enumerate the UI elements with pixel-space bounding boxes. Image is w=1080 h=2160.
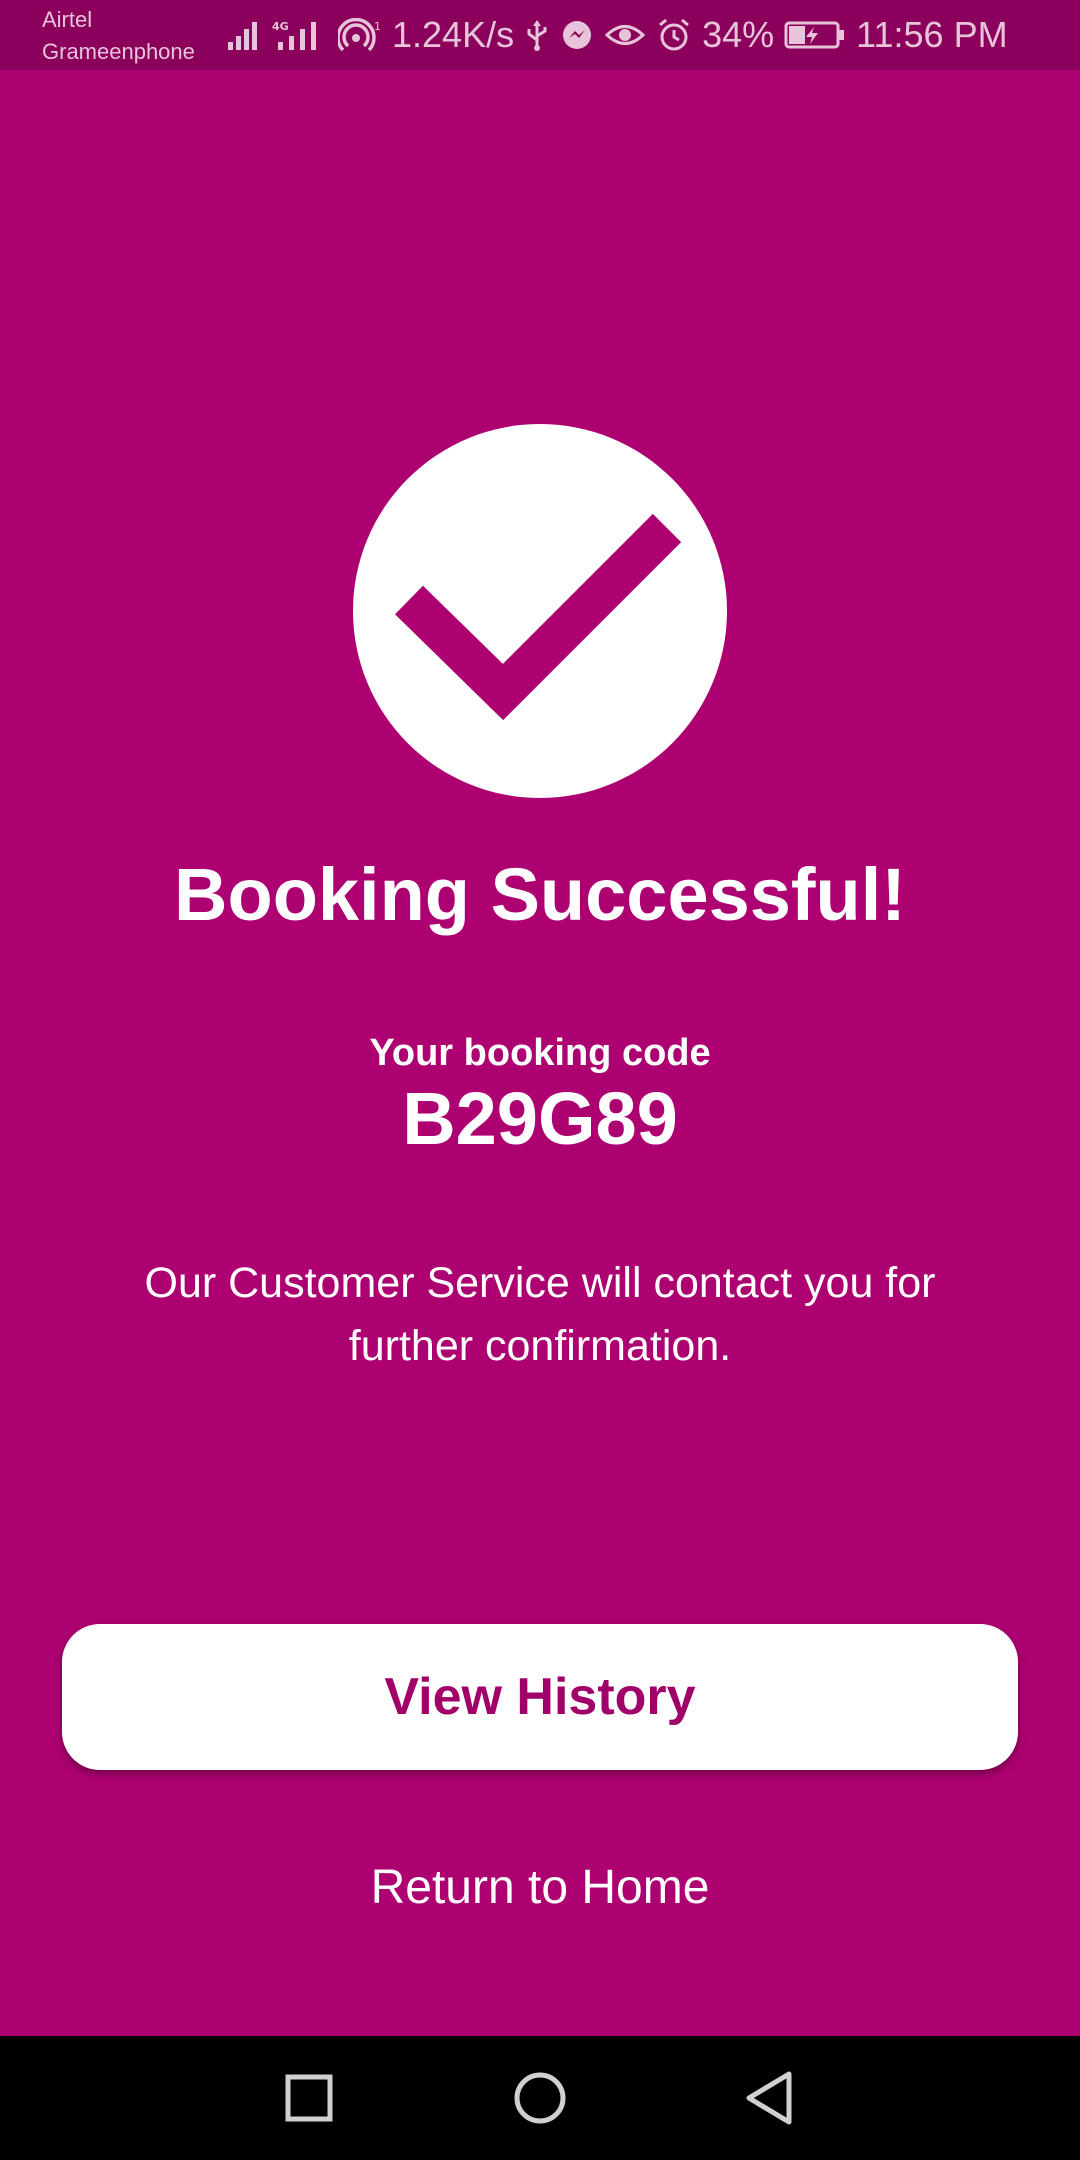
battery-percent: 34% [702,14,775,55]
status-bar: Airtel Grameenphone 4G 1 1.24K/s 34% 11:… [0,0,1080,70]
svg-text:4G: 4G [272,20,289,33]
page-title: Booking Successful! [174,853,906,936]
network-speed: 1.24K/s [392,14,515,55]
system-navigation-bar [0,2036,1080,2160]
booking-code-label: Your booking code [369,1032,711,1074]
signal-icon [226,18,262,52]
success-badge [353,424,727,798]
home-button[interactable] [504,2062,576,2134]
carrier-name-primary: Airtel [42,7,93,32]
clock: 11:56 PM [856,14,1008,55]
home-icon [514,2072,566,2124]
return-home-link[interactable]: Return to Home [0,1856,1080,1920]
confirmation-message: Our Customer Service will contact you fo… [144,1259,936,1370]
back-button[interactable] [733,2062,805,2134]
usb-icon [524,18,550,52]
view-history-button[interactable]: View History [62,1624,1018,1770]
messenger-icon [560,18,594,52]
hotspot-icon: 1 [338,18,382,52]
recents-icon [285,2074,333,2122]
carrier-name-secondary: Grameenphone [42,39,195,64]
svg-text:1: 1 [374,20,381,33]
back-icon [746,2071,792,2125]
status-indicators: 4G 1 1.24K/s 34% 11:56 PM [226,0,1008,70]
recents-button[interactable] [273,2062,345,2134]
signal-4g-icon: 4G [272,18,328,52]
battery-charging-icon [784,18,846,52]
alarm-icon [656,17,692,53]
eye-icon [604,18,646,52]
booking-success-screen: Airtel Grameenphone 4G 1 1.24K/s 34% 11:… [0,0,1080,2160]
booking-code-value: B29G89 [402,1077,678,1160]
checkmark-icon [395,513,682,721]
